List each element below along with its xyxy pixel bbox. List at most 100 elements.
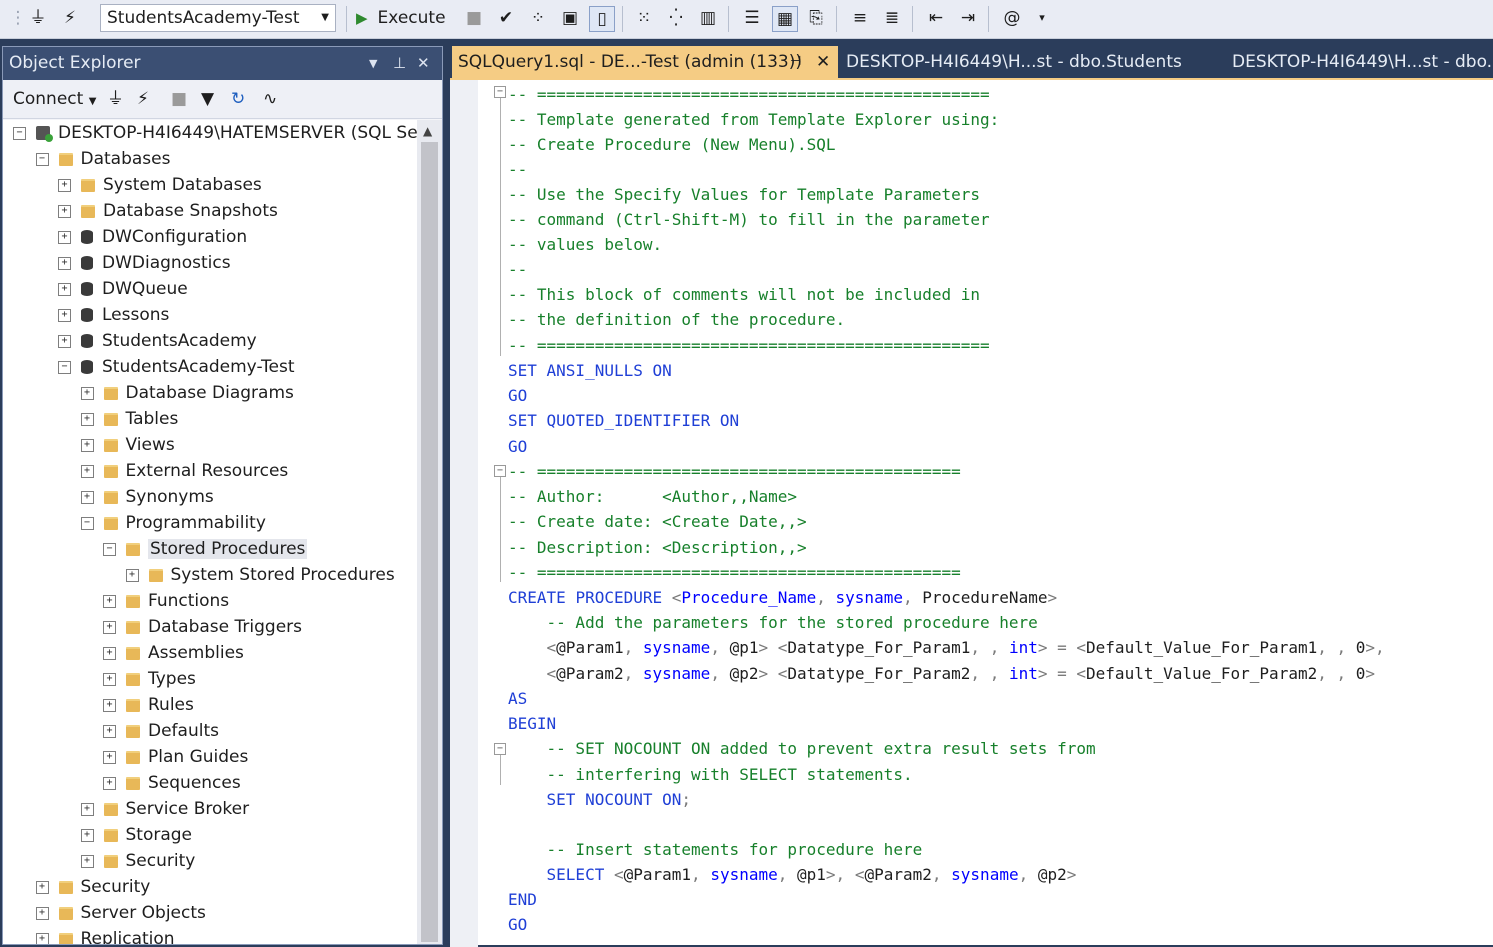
expand-toggle-icon[interactable]: + (80, 802, 94, 816)
tree-node[interactable]: + System Stored Procedures (125, 562, 395, 588)
collapse-icon[interactable]: − (494, 743, 506, 755)
tree-node[interactable]: + Storage (80, 822, 192, 848)
tree-node[interactable]: + Service Broker (80, 796, 249, 822)
tree-node[interactable]: − Programmability (80, 510, 266, 536)
uncomment-icon[interactable]: ≣ (880, 6, 904, 30)
disconnect-plug-icon[interactable]: ⚡ (137, 86, 149, 112)
tree-node[interactable]: + Tables (80, 406, 178, 432)
connect-plug-icon[interactable]: ⏚ (107, 86, 124, 112)
tree-node[interactable]: + Database Snapshots (58, 198, 278, 224)
tree-node[interactable]: + Types (103, 666, 196, 692)
expand-toggle-icon[interactable]: + (80, 854, 94, 868)
execute-button[interactable]: ▶ Execute (356, 4, 446, 32)
expand-toggle-icon[interactable]: + (125, 568, 139, 582)
collapse-toggle-icon[interactable]: − (80, 516, 94, 530)
estimated-plan-icon[interactable]: ⁙ (632, 6, 656, 30)
tree-node[interactable]: + Rules (103, 692, 194, 718)
tree-node[interactable]: + Security (80, 848, 195, 874)
database-select[interactable]: StudentsAcademy-Test ▼ (100, 4, 336, 32)
tree-node[interactable]: + Security (35, 874, 150, 900)
tree-node[interactable]: + DWConfiguration (58, 224, 247, 250)
tree-node[interactable]: + Sequences (103, 770, 241, 796)
expand-toggle-icon[interactable]: + (58, 204, 71, 218)
expand-toggle-icon[interactable]: + (58, 334, 71, 348)
tree-node[interactable]: − StudentsAcademy-Test (58, 354, 295, 380)
collapse-toggle-icon[interactable]: − (58, 360, 71, 374)
query-editor[interactable]: − − − -- ===============================… (450, 78, 1493, 947)
query-options-icon[interactable]: ⁘ (526, 6, 550, 30)
scrollbar-thumb[interactable] (421, 142, 438, 942)
tree-node[interactable]: − Stored Procedures (103, 536, 308, 562)
expand-toggle-icon[interactable]: + (35, 906, 49, 920)
connect-button[interactable]: Connect ▼ (13, 86, 96, 115)
expand-toggle-icon[interactable]: + (103, 724, 116, 738)
tree-node[interactable]: − DESKTOP-H4I6449\HATEMSERVER (SQL Serve (13, 120, 417, 146)
panel-menu-icon[interactable]: ▼ (369, 47, 377, 80)
specify-values-icon[interactable]: @ (1000, 6, 1024, 30)
tab-students-table[interactable]: DESKTOP-H4I6449\H...st - dbo.Students (846, 46, 1182, 78)
expand-toggle-icon[interactable]: + (103, 646, 116, 660)
expand-toggle-icon[interactable]: + (103, 698, 116, 712)
expand-toggle-icon[interactable]: + (80, 490, 94, 504)
connect-icon[interactable]: ⏚ (26, 6, 50, 30)
expand-toggle-icon[interactable]: + (58, 230, 71, 244)
expand-toggle-icon[interactable]: + (35, 880, 49, 894)
activity-monitor-icon[interactable]: ∿ (263, 86, 277, 112)
tree-node[interactable]: + StudentsAcademy (58, 328, 257, 354)
tree-node[interactable]: + Database Triggers (103, 614, 302, 640)
actual-plan-icon[interactable]: ⁛ (664, 6, 688, 30)
tree-scrollbar[interactable]: ▲ (417, 120, 442, 944)
expand-toggle-icon[interactable]: + (58, 256, 71, 270)
expand-toggle-icon[interactable]: + (80, 438, 94, 452)
stop-icon[interactable]: ■ (171, 86, 187, 112)
pin-icon[interactable]: ⊥ (393, 47, 406, 80)
close-icon[interactable]: ✕ (816, 46, 830, 78)
expand-toggle-icon[interactable]: + (80, 412, 94, 426)
results-to-file-icon[interactable]: ▯ (589, 6, 615, 32)
decrease-indent-icon[interactable]: ⇤ (924, 6, 948, 30)
close-icon[interactable]: ✕ (417, 47, 430, 80)
expand-toggle-icon[interactable]: + (58, 308, 71, 322)
collapse-icon[interactable]: − (494, 86, 506, 98)
tree-node[interactable]: + Synonyms (80, 484, 214, 510)
increase-indent-icon[interactable]: ⇥ (956, 6, 980, 30)
results-file-icon[interactable]: ⎘ (804, 6, 828, 30)
expand-toggle-icon[interactable]: + (80, 464, 94, 478)
tree-node[interactable]: + System Databases (58, 172, 262, 198)
refresh-icon[interactable]: ↻ (231, 86, 245, 112)
expand-toggle-icon[interactable]: + (80, 386, 94, 400)
expand-toggle-icon[interactable]: + (103, 672, 116, 686)
object-explorer-tree[interactable]: − DESKTOP-H4I6449\HATEMSERVER (SQL Serve −… (3, 120, 417, 944)
results-to-grid-icon[interactable]: ▦ (772, 6, 798, 32)
scroll-up-icon[interactable]: ▲ (423, 124, 432, 138)
results-to-text-icon[interactable]: ☰ (740, 6, 764, 30)
tree-node[interactable]: − Databases (35, 146, 170, 172)
expand-toggle-icon[interactable]: + (58, 282, 71, 296)
expand-toggle-icon[interactable]: + (103, 776, 116, 790)
expand-toggle-icon[interactable]: + (80, 828, 94, 842)
pin-icon[interactable]: ⊣ (790, 46, 801, 78)
tree-node[interactable]: + Replication (35, 926, 175, 944)
expand-toggle-icon[interactable]: + (103, 750, 116, 764)
expand-toggle-icon[interactable]: + (58, 178, 71, 192)
tree-node[interactable]: + Plan Guides (103, 744, 248, 770)
tree-node[interactable]: + External Resources (80, 458, 288, 484)
expand-toggle-icon[interactable]: + (103, 620, 116, 634)
tree-node[interactable]: + Defaults (103, 718, 219, 744)
tab-students-table-2[interactable]: DESKTOP-H4I6449\H...st - dbo.Stu (1232, 46, 1493, 78)
tree-node[interactable]: + Lessons (58, 302, 169, 328)
comment-icon[interactable]: ≡ (848, 6, 872, 30)
tree-node[interactable]: + Assemblies (103, 640, 244, 666)
expand-toggle-icon[interactable]: + (103, 594, 116, 608)
collapse-icon[interactable]: − (494, 465, 506, 477)
tree-node[interactable]: + Database Diagrams (80, 380, 294, 406)
collapse-toggle-icon[interactable]: − (103, 542, 116, 556)
filter-icon[interactable]: ▼ (201, 86, 214, 112)
tree-node[interactable]: + DWDiagnostics (58, 250, 231, 276)
client-statistics-icon[interactable]: ▥ (696, 6, 720, 30)
parse-check-icon[interactable]: ✔ (494, 6, 518, 30)
disconnect-icon[interactable]: ⚡ (58, 6, 82, 30)
collapse-toggle-icon[interactable]: − (13, 126, 26, 140)
collapse-toggle-icon[interactable]: − (35, 152, 49, 166)
tree-node[interactable]: + Functions (103, 588, 229, 614)
